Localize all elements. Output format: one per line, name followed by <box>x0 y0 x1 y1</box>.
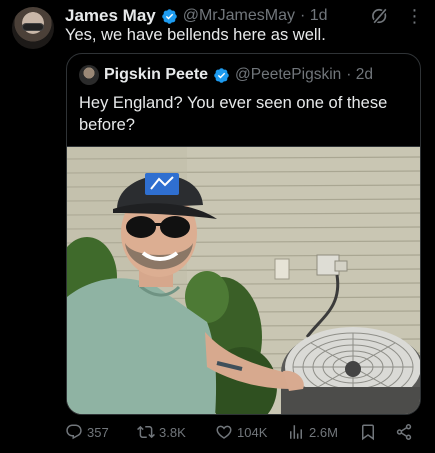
verified-badge-icon[interactable] <box>213 67 230 84</box>
quoted-photo[interactable] <box>67 146 420 414</box>
reply-button[interactable]: 357 <box>65 420 109 444</box>
tweet-text: Yes, we have bellends here as well. <box>65 26 326 44</box>
views-icon <box>290 425 302 439</box>
quoted-header: Pigskin Peete @PeetePigskin · 2d <box>79 64 373 86</box>
repost-button[interactable]: 3.8K <box>137 420 186 444</box>
view-count: 2.6M <box>309 424 338 440</box>
more-icon[interactable]: ⋮ <box>405 6 424 26</box>
bookmark-button[interactable] <box>359 420 377 444</box>
reply-icon <box>66 424 82 440</box>
tweet-actions: 357 3.8K 104K 2.6M <box>65 420 420 444</box>
tweet-timestamp[interactable]: · 1d <box>300 7 328 25</box>
share-button[interactable] <box>395 420 413 444</box>
views-button[interactable]: 2.6M <box>287 420 338 444</box>
quoted-text: Hey England? You ever seen one of these … <box>79 94 388 134</box>
tweet-header: James May @MrJamesMay · 1d <box>65 5 328 27</box>
quoted-author-name[interactable]: Pigskin Peete <box>104 66 208 84</box>
quoted-timestamp[interactable]: · 2d <box>346 66 373 84</box>
author-handle[interactable]: @MrJamesMay <box>183 7 295 25</box>
quoted-author-avatar[interactable] <box>79 65 99 85</box>
author-avatar[interactable] <box>12 7 54 49</box>
heart-icon <box>216 425 232 439</box>
verified-badge-icon[interactable] <box>161 8 178 25</box>
like-count: 104K <box>237 424 268 440</box>
grok-icon[interactable] <box>370 6 390 26</box>
bookmark-icon <box>362 424 374 441</box>
share-icon <box>396 424 412 440</box>
like-button[interactable]: 104K <box>215 420 267 444</box>
quoted-author-handle[interactable]: @PeetePigskin <box>235 66 341 84</box>
repost-count: 3.8K <box>159 424 186 440</box>
author-name[interactable]: James May <box>65 6 156 26</box>
repost-icon <box>137 425 155 439</box>
reply-count: 357 <box>87 424 109 440</box>
tweet[interactable]: James May @MrJamesMay · 1d ⋮ Yes, we hav… <box>0 0 435 453</box>
quoted-tweet[interactable]: Pigskin Peete @PeetePigskin · 2d Hey Eng… <box>66 53 421 415</box>
